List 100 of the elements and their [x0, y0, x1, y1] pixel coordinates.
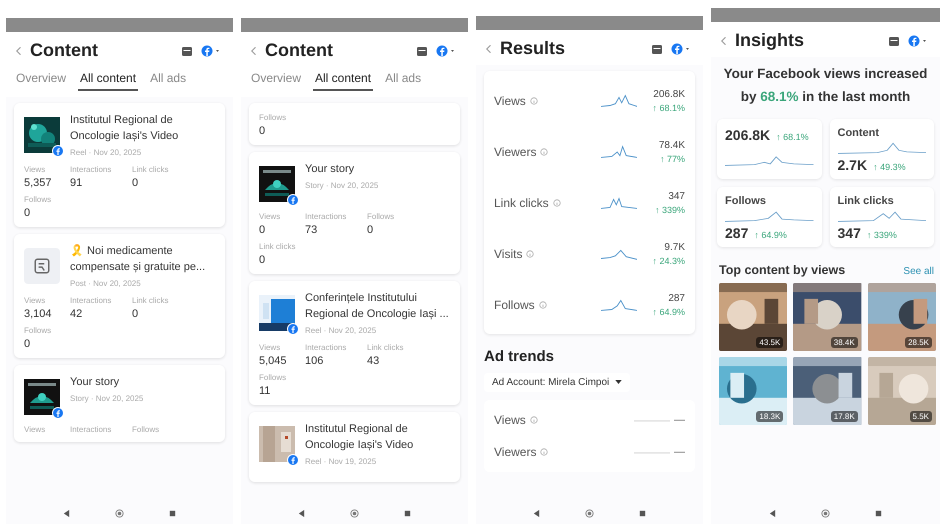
post-meta: Reel · Nov 19, 2025: [305, 456, 378, 466]
stat-value: 3,104: [24, 308, 53, 320]
metric-value: 206.8K: [653, 88, 685, 100]
metric-value: 78.4K: [658, 140, 685, 150]
facebook-badge-icon: [52, 406, 64, 419]
tab[interactable]: All content: [78, 69, 138, 91]
metric-value: —: [674, 446, 685, 458]
stat-value: 5,357: [24, 176, 53, 189]
content-thumbnail[interactable]: 28.5K: [868, 282, 936, 351]
info-icon[interactable]: [530, 96, 538, 104]
stat-label: Views: [259, 342, 282, 352]
home-icon[interactable]: [350, 509, 359, 518]
metric-label: Follows: [494, 298, 535, 312]
metric-value: 287: [725, 224, 748, 241]
content-card[interactable]: Conferințele Institutului Regional de Oncologie Iași ... Reel · Nov 20, 2025 Views 5,045 Interactions 106 Link clicks 43 Follows 11: [249, 281, 460, 405]
view-count: 5.5K: [910, 410, 932, 422]
stat-value: 43: [367, 354, 380, 367]
metric-card[interactable]: Follows 287 ↑ 64.9%: [717, 186, 822, 247]
post-title: 🎗 Noi medicamente compensate și gratuite pe...: [70, 244, 206, 275]
facebook-badge-icon: [287, 323, 299, 335]
back-icon[interactable]: [297, 509, 306, 518]
content-thumbnail[interactable]: 43.5K: [719, 282, 788, 351]
post-meta: Reel · Nov 20, 2025: [70, 148, 142, 157]
info-icon[interactable]: [540, 148, 548, 156]
tab[interactable]: Overview: [14, 69, 68, 91]
metric-change: ↑ 68.1%: [776, 132, 809, 142]
metric-card[interactable]: Link clicks 347 ↑ 339%: [830, 186, 934, 247]
info-icon[interactable]: [538, 300, 547, 308]
info-icon[interactable]: [540, 448, 548, 456]
stat-label: Follows: [259, 113, 288, 122]
content-card[interactable]: Institutul Regional de Oncologie Iași's Video Reel · Nov 20, 2025 Views 5,357 Interactions 91 Link clicks 0 Follows 0: [14, 103, 225, 227]
content-card[interactable]: Follows 0: [249, 103, 460, 145]
tab[interactable]: Overview: [249, 69, 304, 91]
tab[interactable]: All ads: [148, 69, 188, 91]
content-thumbnail[interactable]: 5.5K: [868, 356, 936, 425]
view-count: 28.5K: [905, 336, 932, 348]
stat-value: 0: [367, 224, 374, 236]
stat-value: 0: [132, 176, 140, 189]
home-icon[interactable]: [821, 509, 830, 518]
recent-apps-icon[interactable]: [168, 509, 177, 518]
metric-label: Views: [494, 94, 526, 108]
stat-value: 0: [259, 254, 266, 266]
stat-label: Follows: [24, 326, 52, 335]
section-title: Ad trends: [484, 348, 556, 365]
recent-apps-icon[interactable]: [638, 509, 647, 518]
stat-label: Follows: [367, 212, 396, 221]
metric-label: Content: [838, 126, 880, 139]
stat-label: Views: [24, 424, 46, 434]
info-icon[interactable]: [530, 416, 538, 424]
stat-label: Interactions: [70, 164, 112, 174]
metric-label: Viewers: [494, 445, 536, 459]
content-card[interactable]: Institutul Regional de Oncologie Iași's Video Reel · Nov 19, 2025: [249, 412, 460, 482]
tab[interactable]: All ads: [383, 69, 424, 91]
content-thumbnail[interactable]: 18.3K: [719, 356, 788, 425]
metric-label: Visits: [494, 246, 522, 260]
stat-label: Link clicks: [367, 342, 404, 352]
sparkline: [601, 144, 637, 160]
see-all-link[interactable]: See all: [903, 266, 934, 277]
recent-apps-icon[interactable]: [403, 509, 412, 518]
home-icon[interactable]: [585, 509, 594, 518]
metric-value: 287: [668, 292, 685, 304]
content-card[interactable]: Your story Story · Nov 20, 2025 Views 0 Interactions 73 Follows 0 Link clicks 0: [249, 152, 460, 274]
facebook-badge-icon: [52, 145, 64, 157]
back-icon[interactable]: [532, 509, 541, 518]
metric-label: Views: [494, 413, 526, 427]
page-title: Content: [30, 40, 98, 61]
content-thumbnail[interactable]: 17.8K: [793, 356, 862, 425]
metric-card[interactable]: 206.8K ↑ 68.1%: [717, 118, 822, 179]
stat-label: Views: [24, 296, 46, 305]
stat-label: Link clicks: [259, 242, 296, 251]
content-thumbnail[interactable]: 38.4K: [793, 282, 862, 351]
stat-value: 106: [305, 354, 324, 367]
stat-value: 73: [305, 224, 318, 236]
back-icon[interactable]: [768, 509, 777, 518]
recent-apps-icon[interactable]: [874, 509, 883, 518]
facebook-badge-icon: [287, 194, 299, 206]
stat-label: Interactions: [305, 342, 348, 352]
post-title: Institutul Regional de Oncologie Iași's Video: [305, 422, 414, 453]
info-icon[interactable]: [552, 198, 561, 206]
account-dropdown[interactable]: Ad Account: Mirela Cimpoi: [484, 373, 630, 392]
metric-value: 2.7K: [838, 156, 868, 173]
content-card[interactable]: Your story Story · Nov 20, 2025 Views Interactions Follows: [14, 364, 225, 442]
calendar-icon[interactable]: [416, 44, 428, 56]
calendar-icon[interactable]: [181, 44, 193, 56]
post-title: Institutul Regional de Oncologie Iași's Video: [70, 113, 180, 144]
calendar-icon[interactable]: [888, 34, 900, 46]
headline: Your Facebook views increased by 68.1% in the last month: [722, 65, 928, 106]
back-icon[interactable]: [62, 509, 71, 518]
facebook-badge-icon: [287, 454, 299, 466]
stat-value: 0: [259, 125, 266, 137]
info-icon[interactable]: [526, 250, 534, 258]
content-card[interactable]: 🎗 Noi medicamente compensate și gratuite pe... Post · Nov 20, 2025 Views 3,104 Interactions 42 Link clicks 0 Follows 0: [14, 234, 225, 358]
metric-value: —: [674, 414, 685, 426]
calendar-icon[interactable]: [651, 42, 663, 54]
stat-label: Interactions: [70, 424, 112, 434]
home-icon[interactable]: [115, 509, 124, 518]
metric-change: ↑ 339%: [654, 204, 685, 214]
tab[interactable]: All content: [313, 69, 374, 91]
metric-card[interactable]: Content 2.7K ↑ 49.3%: [830, 118, 934, 179]
section-title: Top content by views: [719, 262, 846, 277]
